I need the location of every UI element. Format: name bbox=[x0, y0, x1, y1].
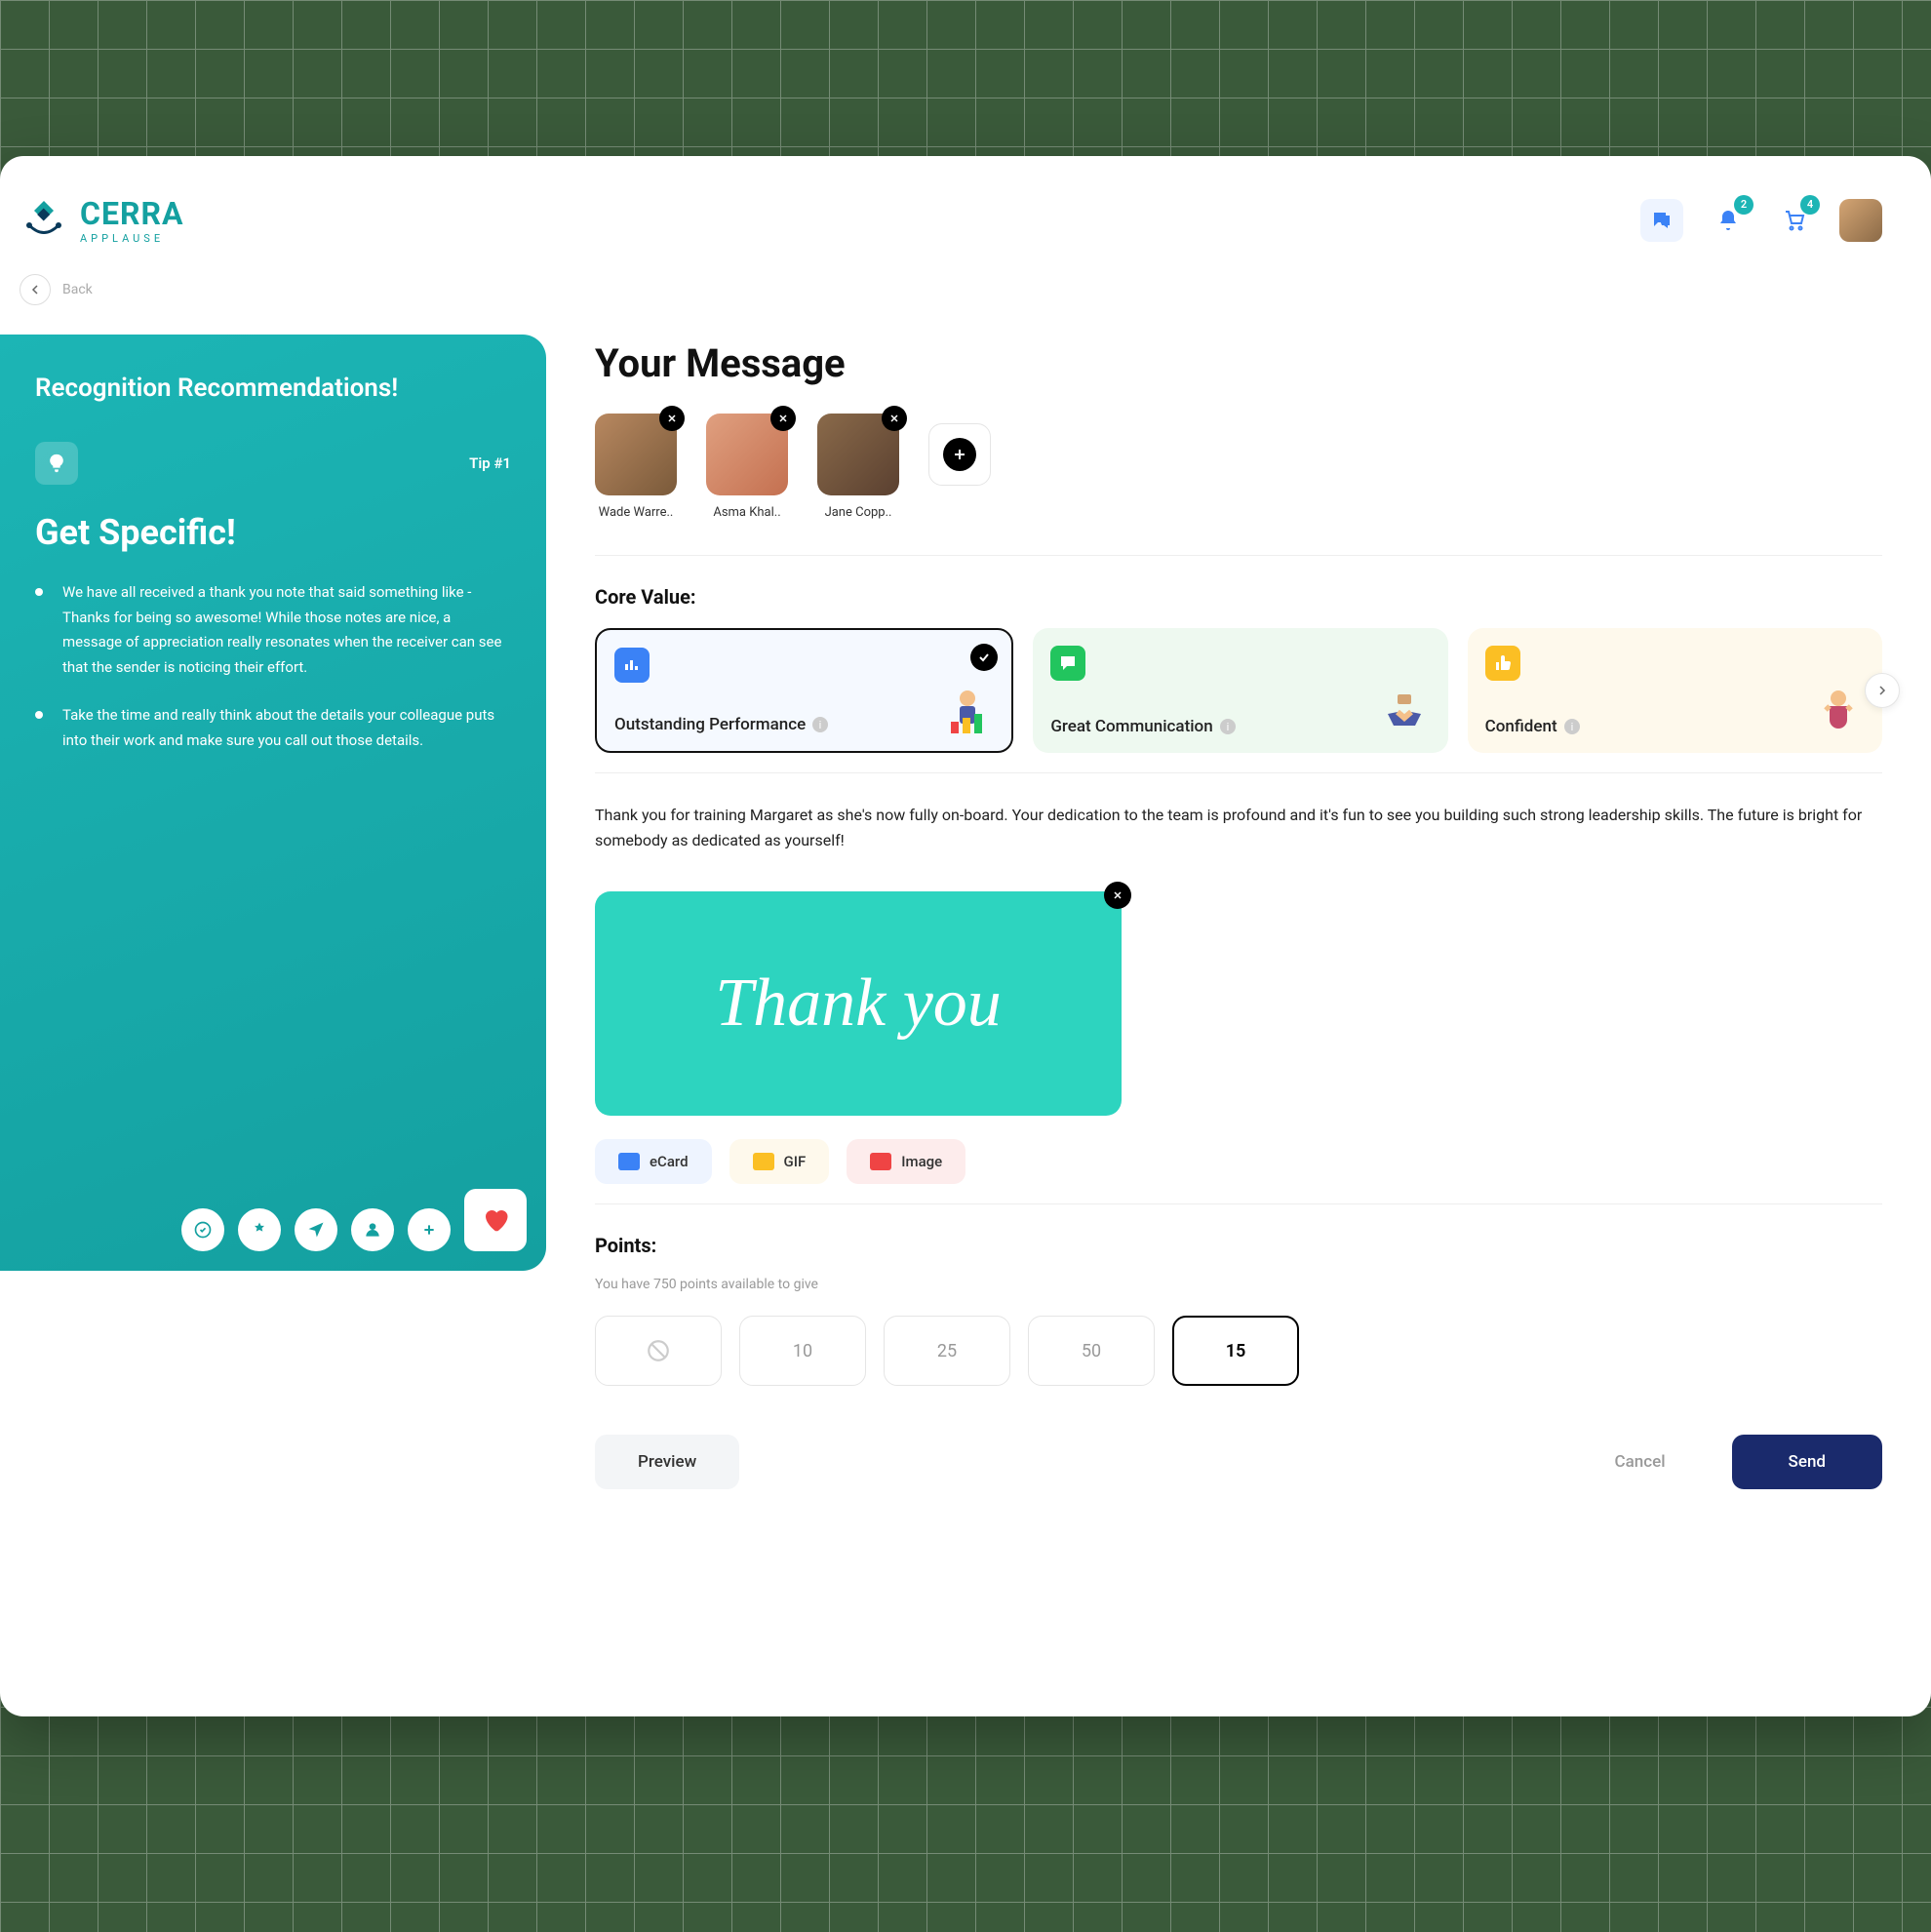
gif-icon bbox=[753, 1153, 774, 1170]
recipient-avatar bbox=[706, 414, 788, 495]
cart-badge: 4 bbox=[1800, 195, 1820, 215]
divider bbox=[595, 1203, 1882, 1204]
points-option-none[interactable] bbox=[595, 1316, 722, 1386]
media-tab-label: eCard bbox=[650, 1153, 689, 1170]
cancel-button[interactable]: Cancel bbox=[1572, 1435, 1709, 1489]
core-value-name: Outstanding Performance bbox=[614, 714, 806, 735]
info-icon: i bbox=[1219, 718, 1237, 735]
chat-bubble-icon bbox=[1050, 646, 1085, 681]
core-value-name: Great Communication bbox=[1050, 716, 1212, 737]
points-label: Points: bbox=[595, 1234, 1882, 1257]
tips-decoration bbox=[181, 1189, 527, 1251]
recipient-name: Asma Khal.. bbox=[713, 505, 780, 520]
back-label: Back bbox=[62, 282, 93, 297]
media-tab-label: Image bbox=[901, 1153, 942, 1170]
back-button[interactable] bbox=[20, 274, 51, 305]
tip-number: Tip #1 bbox=[469, 454, 511, 472]
core-value-outstanding-performance[interactable]: Outstanding Performance i bbox=[595, 628, 1013, 753]
tip-bullet: We have all received a thank you note th… bbox=[35, 580, 511, 680]
core-value-name: Confident bbox=[1485, 716, 1557, 737]
media-tab-gif[interactable]: GIF bbox=[729, 1139, 830, 1184]
recipient-chip: Asma Khal.. bbox=[706, 414, 788, 520]
add-recipient-button[interactable] bbox=[928, 423, 991, 486]
media-tab-label: GIF bbox=[784, 1153, 807, 1170]
tip-bullet: Take the time and really think about the… bbox=[35, 703, 511, 753]
remove-recipient-button[interactable] bbox=[882, 406, 907, 431]
chart-icon bbox=[614, 648, 650, 683]
recipient-chip: Jane Copp.. bbox=[817, 414, 899, 520]
heart-icon bbox=[464, 1189, 527, 1251]
media-tab-ecard[interactable]: eCard bbox=[595, 1139, 712, 1184]
brand-name: CERRA bbox=[80, 195, 183, 232]
remove-recipient-button[interactable] bbox=[770, 406, 796, 431]
recipient-chip: Wade Warre.. bbox=[595, 414, 677, 520]
chat-icon[interactable] bbox=[1640, 199, 1683, 242]
next-core-value-button[interactable] bbox=[1865, 673, 1900, 708]
check-icon bbox=[970, 644, 998, 671]
user-avatar[interactable] bbox=[1839, 199, 1882, 242]
tips-panel: Recognition Recommendations! Tip #1 Get … bbox=[0, 335, 546, 1271]
points-option[interactable]: 10 bbox=[739, 1316, 866, 1386]
cart-icon[interactable]: 4 bbox=[1773, 199, 1816, 242]
handshake-illustration bbox=[1378, 685, 1431, 737]
info-icon: i bbox=[811, 716, 829, 733]
brand-subtitle: APPLAUSE bbox=[80, 232, 183, 245]
tips-title: Recognition Recommendations! bbox=[35, 374, 511, 403]
media-tab-image[interactable]: Image bbox=[847, 1139, 966, 1184]
person-illustration bbox=[1812, 685, 1865, 737]
info-icon: i bbox=[1563, 718, 1581, 735]
brand-logo[interactable]: CERRA APPLAUSE bbox=[20, 195, 183, 245]
bell-icon[interactable]: 2 bbox=[1707, 199, 1750, 242]
remove-ecard-button[interactable] bbox=[1104, 882, 1131, 909]
svg-text:i: i bbox=[1570, 721, 1573, 733]
tips-heading: Get Specific! bbox=[35, 512, 511, 553]
lightbulb-icon bbox=[35, 442, 78, 485]
image-icon bbox=[870, 1153, 891, 1170]
send-button[interactable]: Send bbox=[1732, 1435, 1882, 1489]
preview-button[interactable]: Preview bbox=[595, 1435, 739, 1489]
points-sublabel: You have 750 points available to give bbox=[595, 1277, 1882, 1292]
core-value-label: Core Value: bbox=[595, 585, 1882, 609]
ecard-text: Thank you bbox=[715, 971, 1002, 1037]
notifications-badge: 2 bbox=[1734, 195, 1754, 215]
ecard-icon bbox=[618, 1153, 640, 1170]
divider bbox=[595, 555, 1882, 556]
page-title: Your Message bbox=[595, 340, 1882, 386]
recipient-name: Wade Warre.. bbox=[599, 505, 674, 520]
ecard-preview: Thank you bbox=[595, 891, 1122, 1116]
core-value-confident[interactable]: Confident i bbox=[1468, 628, 1882, 753]
svg-text:i: i bbox=[819, 719, 822, 731]
core-value-great-communication[interactable]: Great Communication i bbox=[1033, 628, 1447, 753]
points-custom-input[interactable]: 15 bbox=[1172, 1316, 1299, 1386]
remove-recipient-button[interactable] bbox=[659, 406, 685, 431]
thumbs-up-icon bbox=[1485, 646, 1520, 681]
recipient-avatar bbox=[595, 414, 677, 495]
recipient-avatar bbox=[817, 414, 899, 495]
svg-text:i: i bbox=[1226, 721, 1229, 733]
logo-icon bbox=[20, 196, 68, 245]
message-body[interactable]: Thank you for training Margaret as she's… bbox=[595, 803, 1882, 852]
points-option[interactable]: 50 bbox=[1028, 1316, 1155, 1386]
divider bbox=[595, 772, 1882, 773]
recipient-name: Jane Copp.. bbox=[825, 505, 892, 520]
points-option[interactable]: 25 bbox=[884, 1316, 1010, 1386]
person-illustration bbox=[941, 683, 994, 735]
